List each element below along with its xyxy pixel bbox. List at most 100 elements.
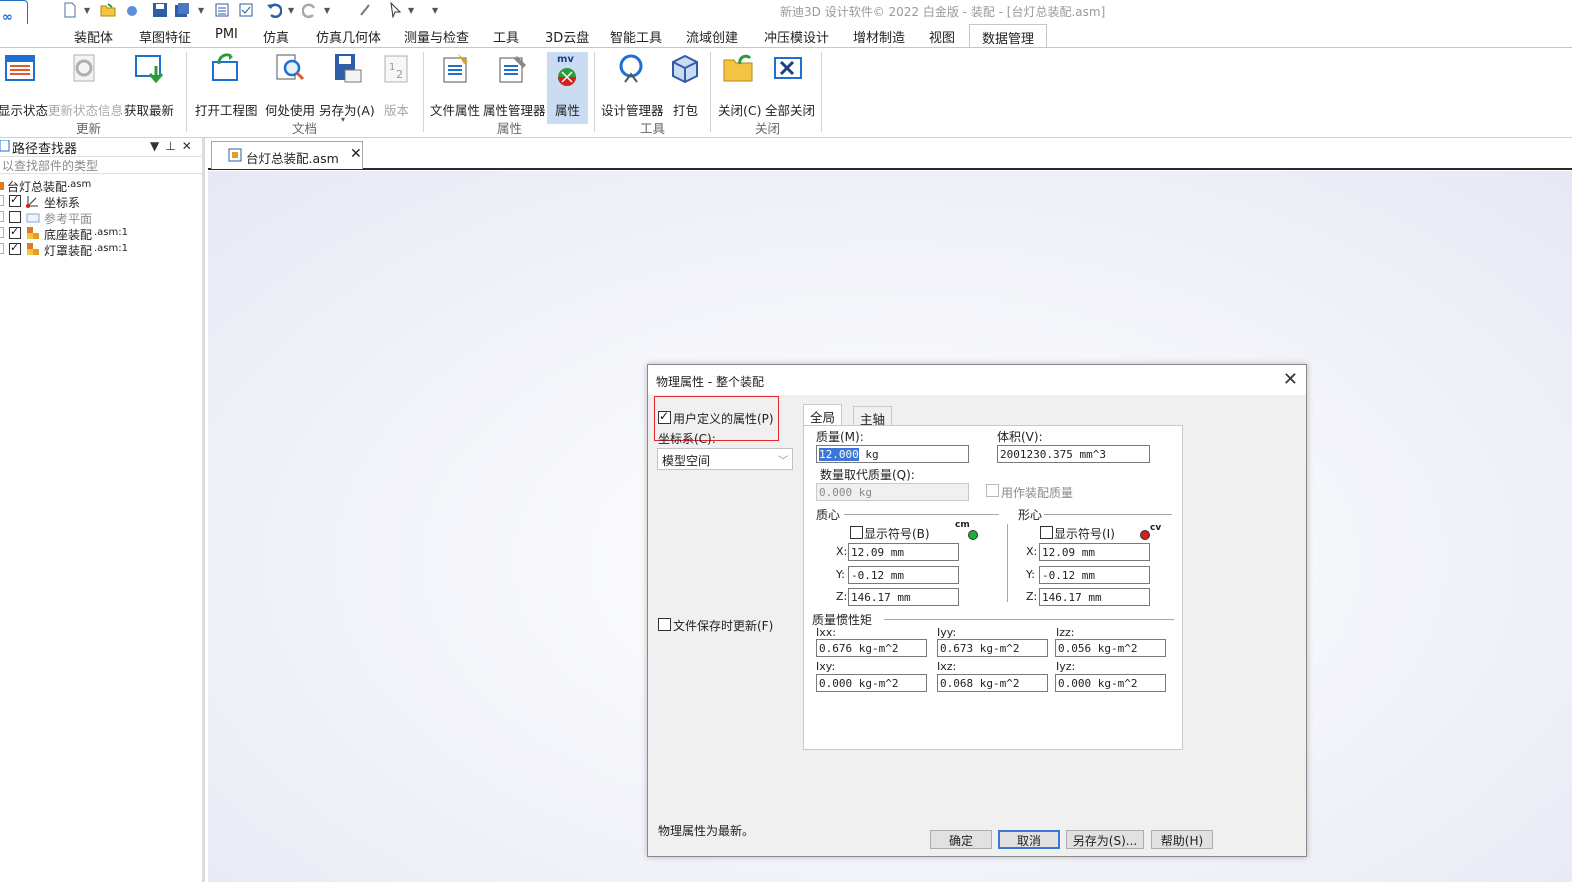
dialog-close-icon[interactable]: ✕: [1283, 369, 1298, 390]
cancel-button[interactable]: 取消: [998, 830, 1060, 849]
mass-input[interactable]: 12.000 kg: [816, 445, 969, 463]
pathfinder-search-input[interactable]: 以查找部件的类型: [0, 156, 202, 174]
cloud-icon[interactable]: [124, 2, 140, 18]
pack-button[interactable]: 打包: [669, 52, 701, 118]
help-button[interactable]: 帮助(H): [1151, 830, 1213, 849]
group-separator: [710, 52, 711, 132]
redo-icon[interactable]: [302, 2, 318, 18]
refresh-document-icon: [73, 54, 95, 82]
save-dropdown-icon[interactable]: ▼: [198, 6, 204, 15]
tab-measure-inspect[interactable]: 测量与检查: [404, 27, 469, 46]
undo-dropdown-icon[interactable]: ▼: [288, 6, 294, 15]
tree-item-coordinate-systems[interactable]: 坐标系: [0, 193, 200, 210]
use-as-assembly-mass-checkbox[interactable]: [986, 484, 999, 497]
check-list-icon[interactable]: [238, 2, 254, 18]
redo-dropdown-icon[interactable]: ▼: [324, 6, 330, 15]
tab-simulation-geometry[interactable]: 仿真几何体: [316, 27, 381, 46]
cm-x-input[interactable]: 12.09 mm: [848, 543, 959, 561]
select-dropdown-icon[interactable]: ▼: [408, 6, 414, 15]
visibility-checkbox[interactable]: [9, 211, 21, 223]
cv-x-input[interactable]: 12.09 mm: [1039, 543, 1150, 561]
expand-toggle-icon[interactable]: [0, 243, 4, 254]
coordinate-system-select[interactable]: 模型空间 ﹀: [657, 448, 793, 470]
cm-y-input[interactable]: -0.12 mm: [848, 566, 959, 584]
show-cv-symbol-checkbox[interactable]: [1040, 526, 1053, 539]
version-button[interactable]: 12 版本: [381, 52, 411, 118]
inertia-iyy-input[interactable]: 0.673 kg-m^2: [937, 639, 1048, 657]
close-tab-icon[interactable]: ✕: [350, 146, 362, 162]
visibility-checkbox[interactable]: [9, 193, 21, 207]
tab-flow-domain[interactable]: 流域创建: [686, 27, 738, 46]
tab-principal-axes[interactable]: 主轴: [853, 406, 893, 427]
expand-toggle-icon[interactable]: [0, 227, 4, 238]
tab-sketch-features[interactable]: 草图特征: [139, 27, 191, 46]
inertia-izz-input[interactable]: 0.056 kg-m^2: [1055, 639, 1166, 657]
tab-global[interactable]: 全局: [803, 404, 843, 426]
panel-close-icon[interactable]: ✕: [182, 139, 198, 153]
tree-item-reference-planes[interactable]: 参考平面: [0, 210, 200, 226]
volume-input[interactable]: 2001230.375 mm^3: [997, 445, 1150, 463]
inertia-ixz-input[interactable]: 0.068 kg-m^2: [937, 674, 1048, 692]
visibility-checkbox[interactable]: [9, 241, 21, 255]
design-manager-button[interactable]: 设计管理器: [601, 52, 664, 118]
expand-toggle-icon[interactable]: [0, 211, 4, 222]
inertia-ixy-input[interactable]: 0.000 kg-m^2: [816, 674, 927, 692]
ok-button[interactable]: 确定: [930, 830, 992, 849]
group-separator: [186, 52, 187, 132]
cv-z-input[interactable]: 146.17 mm: [1039, 588, 1150, 606]
panel-menu-icon[interactable]: ▼: [150, 139, 165, 153]
center-of-mass-dot-icon: [968, 530, 978, 540]
tab-smart-tools[interactable]: 智能工具: [610, 27, 662, 46]
tree-item-root-assembly[interactable]: 台灯总装配 .asm: [0, 178, 200, 194]
cm-z-input[interactable]: 146.17 mm: [848, 588, 959, 606]
show-cm-symbol-checkbox[interactable]: [850, 526, 863, 539]
pin-icon[interactable]: ⊥: [165, 139, 181, 153]
update-on-save-checkbox[interactable]: [658, 618, 671, 631]
tab-tools[interactable]: 工具: [493, 27, 519, 46]
user-defined-checkbox[interactable]: [658, 409, 671, 424]
inertia-ixx-input[interactable]: 0.676 kg-m^2: [816, 639, 927, 657]
expand-toggle-icon[interactable]: [0, 195, 4, 206]
document-tab[interactable]: 台灯总装配.asm ✕: [211, 141, 363, 169]
axis-label: Z:: [1026, 590, 1038, 603]
undo-icon[interactable]: [266, 2, 282, 18]
tab-assembly[interactable]: 装配体: [74, 27, 113, 46]
visibility-checkbox[interactable]: [9, 225, 21, 239]
file-properties-button[interactable]: 文件属性: [430, 52, 480, 118]
close-button[interactable]: 关闭(C): [718, 52, 762, 118]
new-file-icon[interactable]: [62, 2, 78, 18]
display-state-button[interactable]: 显示状态: [0, 52, 48, 118]
get-latest-button[interactable]: 获取最新: [124, 52, 174, 118]
document-tab-strip: 台灯总装配.asm ✕: [208, 138, 1572, 170]
tab-additive-manufacturing[interactable]: 增材制造: [853, 27, 905, 46]
tab-simulation[interactable]: 仿真: [263, 27, 289, 46]
close-all-button[interactable]: 全部关闭: [765, 52, 815, 118]
open-folder-icon[interactable]: [100, 2, 116, 18]
update-state-info-button[interactable]: 更新状态信息: [48, 52, 123, 118]
repeat-icon[interactable]: [358, 2, 374, 18]
where-used-button[interactable]: 何处使用: [265, 52, 315, 118]
properties-button[interactable]: mv 属性: [547, 52, 588, 124]
cv-y-input[interactable]: -0.12 mm: [1039, 566, 1150, 584]
tab-stamping-die[interactable]: 冲压模设计: [764, 27, 829, 46]
new-dropdown-icon[interactable]: ▼: [84, 6, 90, 15]
inertia-iyz-input[interactable]: 0.000 kg-m^2: [1055, 674, 1166, 692]
tree-item-base-assembly[interactable]: 底座装配 .asm:1: [0, 225, 200, 242]
save-as-dialog-button[interactable]: 另存为(S)...: [1066, 830, 1144, 849]
open-drawing-button[interactable]: 打开工程图: [195, 52, 258, 118]
save-icon[interactable]: [152, 2, 168, 18]
tree-item-lampshade-assembly[interactable]: 灯罩装配 .asm:1: [0, 241, 200, 258]
tab-3d-cloud[interactable]: 3D云盘: [545, 27, 589, 46]
property-manager-button[interactable]: 属性管理器: [483, 52, 546, 118]
quantity-mass-input[interactable]: 0.000 kg: [816, 483, 969, 501]
save-as-button[interactable]: 另存为(A) ▾: [319, 52, 375, 124]
customize-quick-access-icon[interactable]: ▼: [432, 6, 438, 15]
tab-pmi[interactable]: PMI: [215, 27, 238, 42]
list-icon[interactable]: [214, 2, 230, 18]
select-pointer-icon[interactable]: [388, 2, 404, 18]
tab-data-management[interactable]: 数据管理: [969, 24, 1048, 48]
save-all-icon[interactable]: [174, 2, 190, 18]
tab-view[interactable]: 视图: [929, 27, 955, 46]
save-as-dropdown-icon[interactable]: ▾: [341, 115, 345, 124]
mv-badge: mv: [557, 54, 574, 65]
